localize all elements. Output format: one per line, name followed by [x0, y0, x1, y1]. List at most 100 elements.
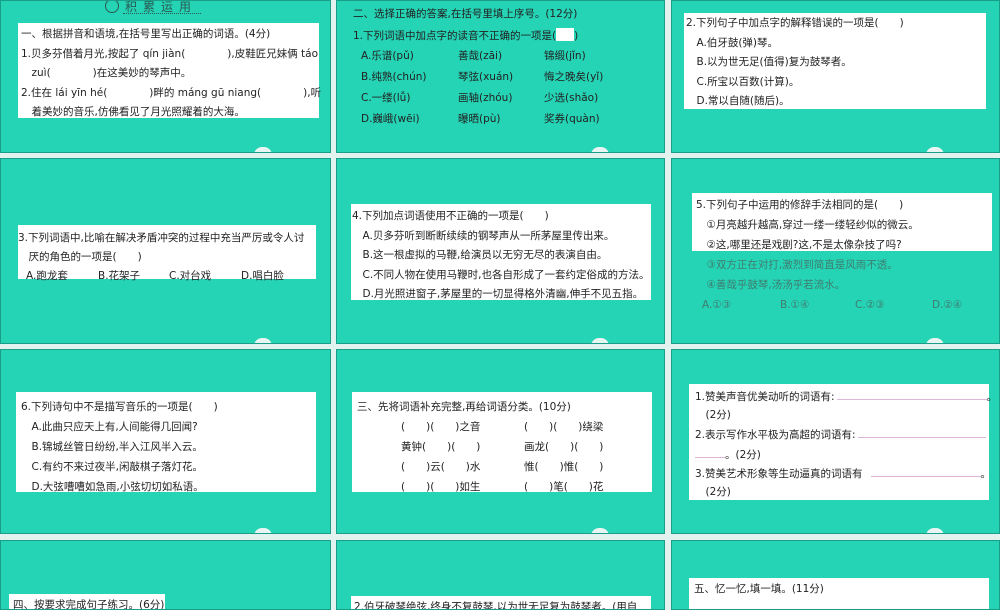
slide-thumbnail[interactable]: 1.赞美声音优美动听的词语有:。 (2分) 2.表示写作水平极为高超的词语有: 。(… — [671, 349, 1000, 534]
paren-close: ) — [574, 30, 579, 42]
line-text: 1.赞美声音优美动听的词语有: — [695, 391, 835, 403]
line-text: 三、先将词语补充完整,再给词语分类。(10分) — [357, 401, 571, 413]
line-text: C.所宝以百数(计算)。 — [686, 75, 800, 88]
slide-thumbnail[interactable]: 5.下列句子中运用的修辞手法相同的是( ) ①月亮越升越高,穿过一缕一缕轻纱似的… — [671, 158, 1000, 344]
page-curl-icon — [590, 338, 609, 343]
option: A.乐谱(pǔ) — [361, 50, 414, 62]
question-line: 2.住在 lái yīn hé( )畔的 máng gū niang( ),听 — [21, 86, 321, 100]
question-line: 着美妙的音乐,仿佛看见了月光照耀着的大海。 — [21, 105, 245, 119]
line-text: 2.表示写作水平极为高超的词语有: — [695, 429, 856, 442]
question-heading: 3.下列词语中,比喻在解决矛盾冲突的过程中充当严厉或令人讨 — [18, 231, 304, 245]
question-line: C.所宝以百数(计算)。 — [686, 75, 799, 89]
question-heading: 一、根据拼音和语境,在括号里写出正确的词语。(4分) — [21, 27, 270, 41]
question-heading: 2.下列句子中加点字的解释错误的一项是( ) — [686, 16, 904, 30]
option: 画龙( )( ) — [524, 441, 604, 453]
line-text: 5.下列句子中运用的修辞手法相同的是( ) — [696, 199, 904, 211]
question-line: 。(2分) — [695, 447, 761, 462]
line-text: B.这一根虚拟的马鞭,给演员以无穷无尽的表演自由。 — [352, 249, 608, 261]
question-line: 1.贝多芬借着月光,按起了 qín jiàn( ),皮鞋匠兄妹俩 táo — [21, 47, 318, 61]
line-text: ②这,哪里还是戏剧?这,不是太像杂技了吗? — [696, 239, 902, 251]
option: 善哉(zāi) — [458, 50, 503, 62]
line-text: 四、按要求完成句子练习。(6分) — [13, 599, 165, 610]
line-text: 3.赞美艺术形象等生动逼真的词语有 — [695, 467, 863, 480]
answer-box[interactable] — [556, 28, 575, 41]
line-text: 3.下列词语中,比喻在解决矛盾冲突的过程中充当严厉或令人讨 — [18, 232, 305, 244]
option: 奖券(quàn) — [544, 113, 600, 125]
line-text: 2.住在 lái yīn hé( )畔的 máng gū niang( ),听 — [21, 86, 322, 99]
question-line: A.此曲只应天上有,人间能得几回闻? — [21, 420, 198, 434]
line-text: C.不同人物在使用马鞭时,也各自形成了一套约定俗成的方法。 — [352, 268, 650, 281]
question-line: ④善哉乎鼓琴,汤汤乎若流水。 — [696, 278, 845, 292]
page-curl-icon — [925, 147, 944, 152]
section-title-text: 积累运用 — [125, 0, 198, 14]
line-text: 2.伯牙破琴绝弦,终身不复鼓琴,以为世无足复为鼓琴者。(用自 — [354, 601, 638, 610]
answer-blank[interactable] — [870, 466, 981, 477]
period: 。 — [980, 467, 992, 480]
slide-thumbnail[interactable]: 3.下列词语中,比喻在解决矛盾冲突的过程中充当严厉或令人讨 厌的角色的一项是( … — [0, 158, 331, 344]
option: 悔之晚矣(yǐ) — [544, 71, 604, 83]
option: 画轴(zhóu) — [458, 92, 513, 104]
question-heading: 2.伯牙破琴绝弦,终身不复鼓琴,以为世无足复为鼓琴者。(用自 — [354, 600, 638, 610]
question-line: C.有约不来过夜半,闲敲棋子落灯花。 — [21, 460, 203, 474]
line-text: ④善哉乎鼓琴,汤汤乎若流水。 — [696, 279, 846, 291]
answer-blank[interactable] — [836, 389, 987, 400]
question-line: B.锦城丝管日纷纷,半入江风半入云。 — [21, 440, 202, 454]
option: C.②③ — [855, 299, 885, 311]
slide-thumbnail[interactable]: 积累运用一、根据拼音和语境,在括号里写出正确的词语。(4分) 1.贝多芬借着月光,… — [0, 0, 331, 153]
question-line: 厌的角色的一项是( ) — [18, 250, 142, 264]
line-text: 厌的角色的一项是( ) — [18, 251, 142, 263]
question-heading: 二、选择正确的答案,在括号里填上序号。(12分) — [353, 7, 577, 21]
question-heading: 五、忆一忆,填一填。(11分) — [694, 582, 824, 596]
line-text: D.月光照进窗子,茅屋里的一切显得格外清幽,伸手不见五指。 — [352, 288, 644, 300]
option: ( )( )如生 — [401, 481, 481, 493]
question-line: 2.表示写作水平极为高超的词语有: — [695, 427, 986, 442]
option: C.对台戏 — [169, 270, 212, 282]
option-row: C.一缕(lǚ) 画轴(zhóu) 少选(shǎo) — [337, 91, 664, 105]
line-text: 1.贝多芬借着月光,按起了 qín jiàn( ),皮鞋匠兄妹俩 táo — [21, 47, 319, 60]
option: 曝晒(pù) — [458, 113, 501, 125]
line-text: D.大弦嘈嘈如急雨,小弦切切如私语。 — [21, 481, 204, 493]
option: 少选(shǎo) — [544, 92, 599, 104]
line-text: ①月亮越升越高,穿过一缕一缕轻纱似的微云。 — [696, 219, 919, 231]
page-curl-icon — [590, 528, 609, 533]
answer-blank[interactable] — [857, 427, 986, 439]
slide-thumbnail[interactable]: 三、先将词语补充完整,再给词语分类。(10分) ( )( )之音 ( )( )绕梁黄… — [336, 349, 665, 534]
option-row: ( )( )如生 ( )笔( )花 — [337, 480, 664, 494]
line-text: 一、根据拼音和语境,在括号里写出正确的词语。(4分) — [21, 28, 271, 40]
option-row: ( )( )之音 ( )( )绕梁 — [337, 420, 664, 434]
question-line: A.伯牙鼓(弹)琴。 — [686, 36, 778, 50]
line-text: 二、选择正确的答案,在括号里填上序号。(12分) — [353, 8, 578, 20]
line-text: A.贝多芬听到断断续续的钢琴声从一所茅屋里传出来。 — [352, 229, 615, 242]
line-text: zuì( )在这美妙的琴声中。 — [21, 67, 192, 79]
line-text: (2分) — [695, 409, 731, 422]
line-text: 着美妙的音乐,仿佛看见了月光照耀着的大海。 — [21, 106, 245, 118]
question-line: 1.下列词语中加点字的读音不正确的一项是() — [353, 28, 578, 43]
question-line: zuì( )在这美妙的琴声中。 — [21, 66, 191, 80]
question-line: B.以为世无足(值得)复为鼓琴者。 — [686, 55, 851, 69]
line-text: 4.下列加点词语使用不正确的一项是( ) — [352, 210, 549, 222]
question-heading: 6.下列诗句中不是描写音乐的一项是( ) — [21, 400, 218, 414]
option: B.纯熟(chún) — [361, 71, 427, 83]
question-line: A.贝多芬听到断断续续的钢琴声从一所茅屋里传出来。 — [352, 229, 614, 243]
slide-thumbnail[interactable]: 4.下列加点词语使用不正确的一项是( ) A.贝多芬听到断断续续的钢琴声从一所茅… — [336, 158, 665, 344]
question-line: D.月光照进窗子,茅屋里的一切显得格外清幽,伸手不见五指。 — [352, 287, 643, 301]
option: ( )( )绕梁 — [524, 421, 604, 433]
question-line: C.不同人物在使用马鞭时,也各自形成了一套约定俗成的方法。 — [352, 268, 650, 282]
option: D.唱白脸 — [241, 270, 284, 282]
question-heading: 1.赞美声音优美动听的词语有: 。 — [695, 389, 997, 404]
answer-blank[interactable] — [695, 447, 725, 458]
option: A.跑龙套 — [26, 270, 68, 282]
line-text: 1.下列词语中加点字的读音不正确的一项是( — [353, 30, 557, 42]
slide-thumbnail[interactable]: 二、选择正确的答案,在括号里填上序号。(12分) 1.下列词语中加点字的读音不正确… — [336, 0, 665, 153]
slide-thumbnail[interactable]: 2.下列句子中加点字的解释错误的一项是( ) A.伯牙鼓(弹)琴。 B.以为世无… — [671, 0, 1000, 153]
option: 锦缎(jǐn) — [544, 50, 586, 62]
line-text: A.伯牙鼓(弹)琴。 — [686, 36, 779, 49]
question-line: B.这一根虚拟的马鞭,给演员以无穷无尽的表演自由。 — [352, 248, 607, 262]
question-line: (2分) — [695, 408, 731, 422]
page-curl-icon — [925, 528, 944, 533]
line-text: 。(2分) — [725, 448, 761, 461]
line-text: 6.下列诗句中不是描写音乐的一项是( ) — [21, 401, 218, 413]
slide-thumbnail[interactable]: 6.下列诗句中不是描写音乐的一项是( ) A.此曲只应天上有,人间能得几回闻? … — [0, 349, 331, 534]
line-text: A.此曲只应天上有,人间能得几回闻? — [21, 421, 198, 433]
option-row: D.巍峨(wēi) 曝晒(pù) 奖券(quàn) — [337, 112, 664, 126]
